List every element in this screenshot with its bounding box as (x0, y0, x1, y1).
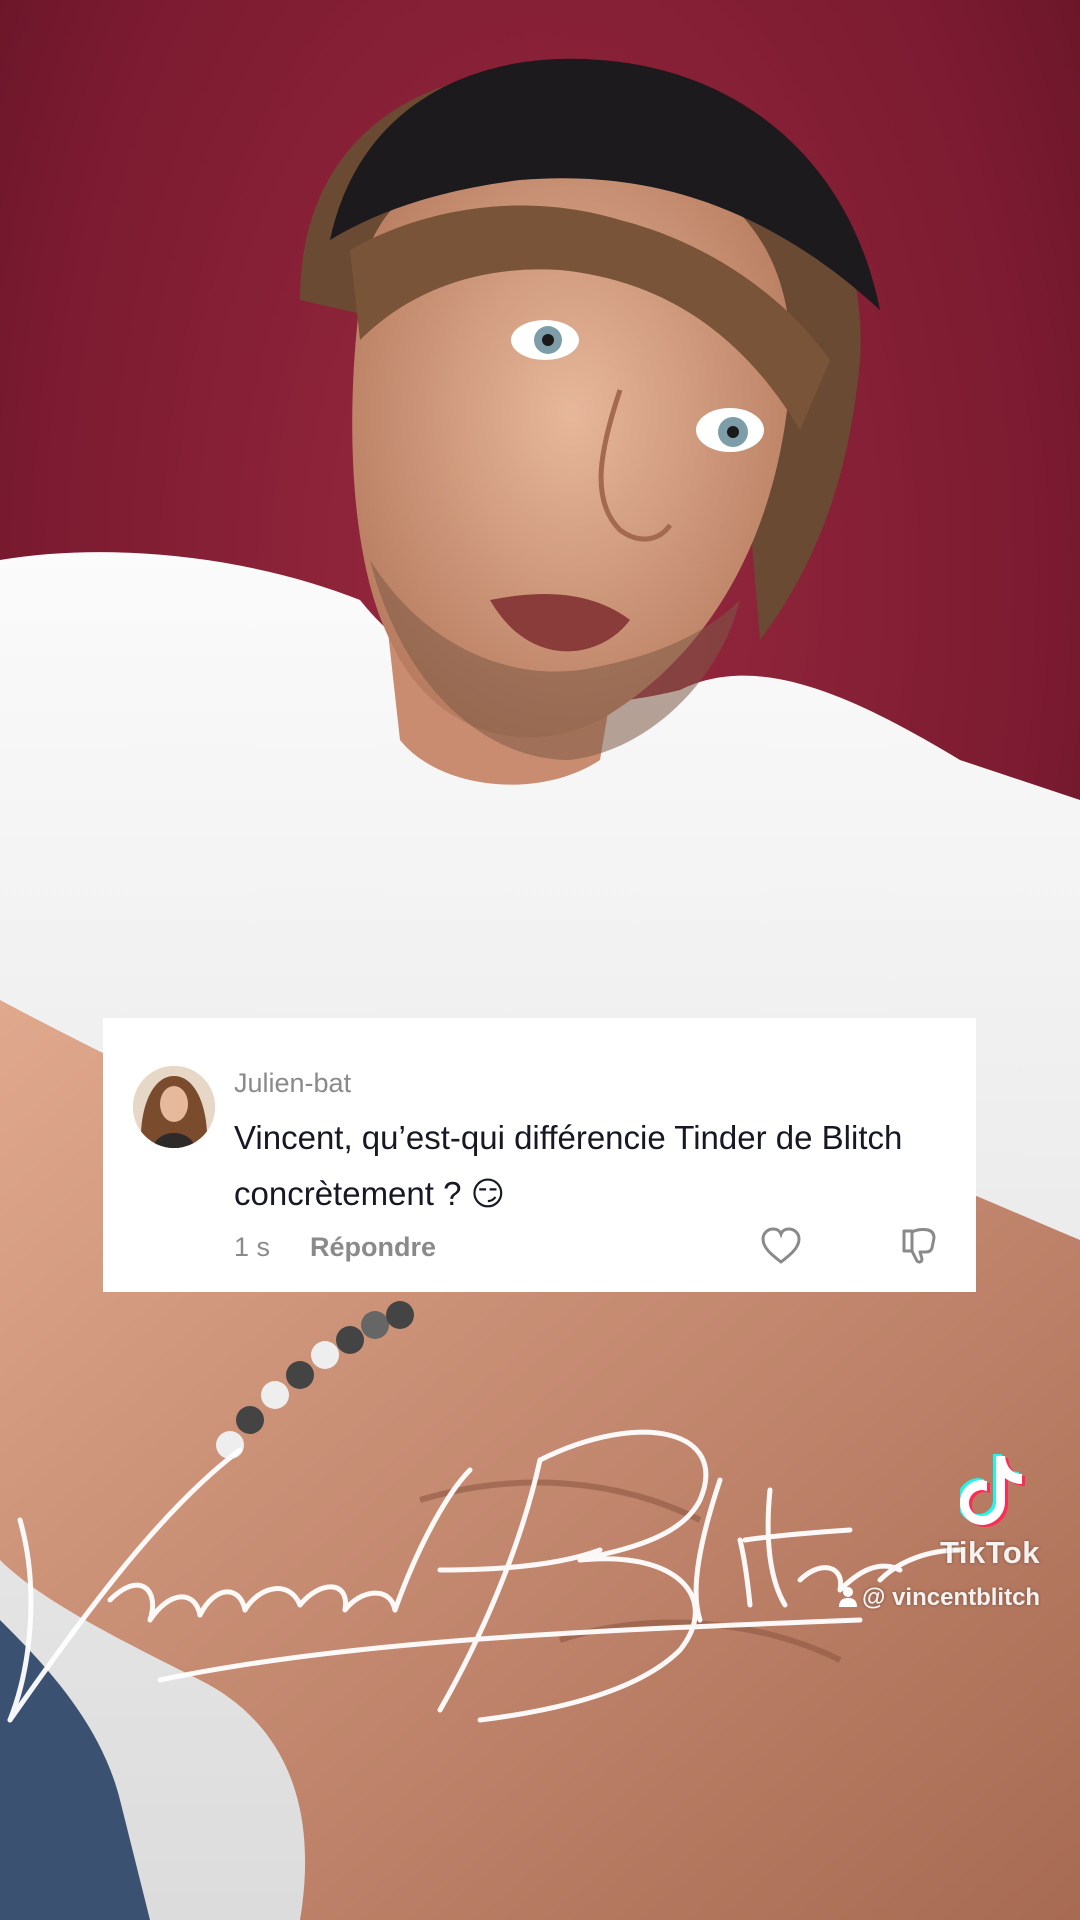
tiktok-handle: @ vincentblitch (838, 1584, 1040, 1612)
vincent-blitch-signature (7, 1429, 963, 1723)
like-heart-icon[interactable] (760, 1226, 802, 1266)
tiktok-brand-label: TikTok (940, 1535, 1041, 1570)
comment-text: Vincent, qu’est-qui différencie Tinder d… (234, 1119, 903, 1212)
comment-card: Julien-bat Vincent, qu’est-qui différenc… (103, 1018, 976, 1292)
tiktok-handle-text: @ vincentblitch (862, 1584, 1041, 1611)
user-icon (838, 1586, 858, 1608)
comment-username[interactable]: Julien-bat (234, 1068, 351, 1099)
tiktok-logo-icon (957, 1450, 1030, 1530)
reply-button[interactable]: Répondre (310, 1232, 436, 1263)
dislike-thumb-icon[interactable] (898, 1226, 940, 1266)
comment-timestamp: 1 s (234, 1232, 271, 1262)
avatar[interactable] (133, 1066, 215, 1148)
